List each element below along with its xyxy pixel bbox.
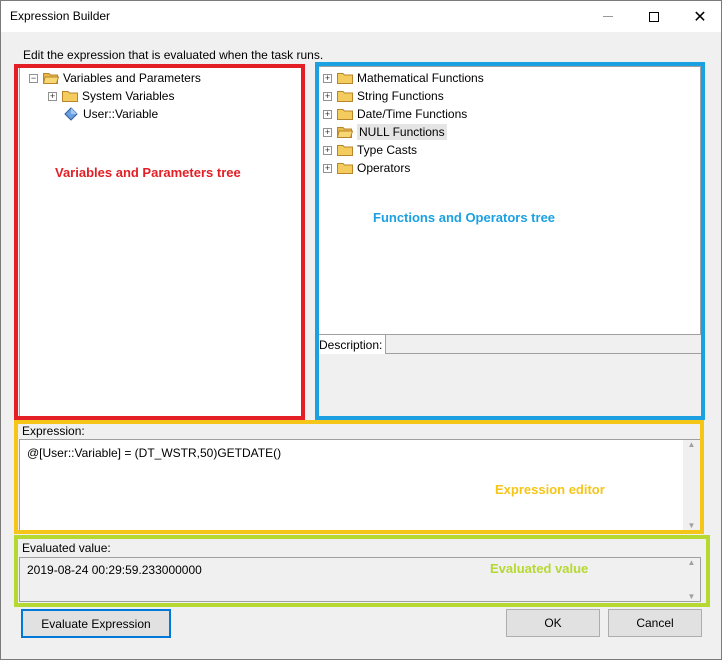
scroll-down-icon[interactable]: ▼ [688, 592, 696, 601]
cancel-button[interactable]: Cancel [608, 609, 702, 637]
window-title: Expression Builder [10, 9, 111, 23]
tree-node-user-variable[interactable]: User::Variable [64, 105, 158, 123]
expression-label: Expression: [22, 424, 85, 438]
variables-tree-panel[interactable]: − Variables and Parameters + System Vari… [19, 66, 303, 417]
tree-node-label: String Functions [357, 89, 444, 103]
expand-icon[interactable]: + [48, 91, 57, 101]
scroll-up-icon[interactable]: ▲ [688, 558, 696, 567]
folder-icon [337, 73, 353, 84]
tree-node-label: System Variables [82, 89, 175, 103]
expand-icon[interactable]: + [323, 127, 332, 137]
evaluated-value-box: 2019-08-24 00:29:59.233000000 ▲ ▼ [19, 557, 701, 602]
tree-node-string-functions[interactable]: + String Functions [323, 87, 444, 105]
scroll-down-icon[interactable]: ▼ [688, 521, 696, 530]
tree-node-label: NULL Functions [357, 124, 447, 140]
maximize-button[interactable] [631, 1, 677, 32]
expand-icon[interactable]: + [323, 91, 332, 101]
collapse-icon[interactable]: − [29, 73, 38, 83]
expand-icon[interactable]: + [323, 163, 332, 173]
tree-node-label: Date/Time Functions [357, 107, 468, 121]
expression-scrollbar[interactable]: ▲ ▼ [683, 440, 700, 530]
maximize-icon [649, 11, 659, 22]
tree-node-system-variables[interactable]: + System Variables [48, 87, 174, 105]
expand-icon[interactable]: + [323, 73, 332, 83]
variable-icon [64, 107, 78, 121]
variables-tree-annotation: Variables and Parameters tree [55, 165, 241, 180]
evaluated-scrollbar[interactable]: ▲ ▼ [683, 558, 700, 601]
description-area [317, 355, 701, 417]
tree-node-variables-root[interactable]: − Variables and Parameters [29, 69, 201, 87]
evaluated-value-annotation: Evaluated value [490, 561, 589, 576]
folder-icon [337, 145, 353, 156]
instruction-text: Edit the expression that is evaluated wh… [23, 48, 324, 62]
tree-node-label: Type Casts [357, 143, 418, 157]
minimize-icon [603, 16, 613, 17]
expand-icon[interactable]: + [323, 145, 332, 155]
tree-node-label: User::Variable [83, 107, 159, 121]
open-folder-icon [337, 127, 353, 138]
close-button[interactable]: ✕ [677, 1, 722, 32]
functions-tree-annotation: Functions and Operators tree [373, 210, 556, 225]
evaluated-value-text: 2019-08-24 00:29:59.233000000 [27, 563, 202, 577]
title-bar[interactable]: Expression Builder ✕ [1, 1, 721, 32]
open-folder-icon [43, 73, 59, 84]
tree-node-operators[interactable]: + Operators [323, 159, 410, 177]
folder-icon [337, 91, 353, 102]
scroll-up-icon[interactable]: ▲ [688, 440, 696, 449]
tree-node-date-time-functions[interactable]: + Date/Time Functions [323, 105, 467, 123]
ok-button[interactable]: OK [506, 609, 600, 637]
tree-node-mathematical-functions[interactable]: + Mathematical Functions [323, 69, 484, 87]
tree-node-type-casts[interactable]: + Type Casts [323, 141, 417, 159]
expression-editor-annotation: Expression editor [495, 482, 605, 497]
folder-icon [337, 109, 353, 120]
folder-icon [62, 91, 78, 102]
minimize-button[interactable] [585, 1, 631, 32]
description-label[interactable]: Description: [317, 335, 387, 354]
folder-icon [337, 163, 353, 174]
close-icon: ✕ [693, 8, 707, 26]
tree-node-null-functions[interactable]: + NULL Functions [323, 123, 447, 141]
expand-icon[interactable]: + [323, 109, 332, 119]
evaluate-expression-button[interactable]: Evaluate Expression [21, 609, 171, 638]
tree-node-label: Variables and Parameters [63, 71, 201, 85]
description-tab-strip: Description: [317, 334, 701, 354]
tree-node-label: Operators [357, 161, 411, 175]
expression-builder-window: Expression Builder ✕ Edit the expression… [0, 0, 722, 660]
evaluated-value-label: Evaluated value: [22, 541, 111, 555]
expression-text[interactable]: @[User::Variable] = (DT_WSTR,50)GETDATE(… [27, 446, 281, 460]
functions-tree-panel[interactable]: + Mathematical Functions + String Functi… [317, 66, 701, 334]
tree-node-label: Mathematical Functions [357, 71, 484, 85]
